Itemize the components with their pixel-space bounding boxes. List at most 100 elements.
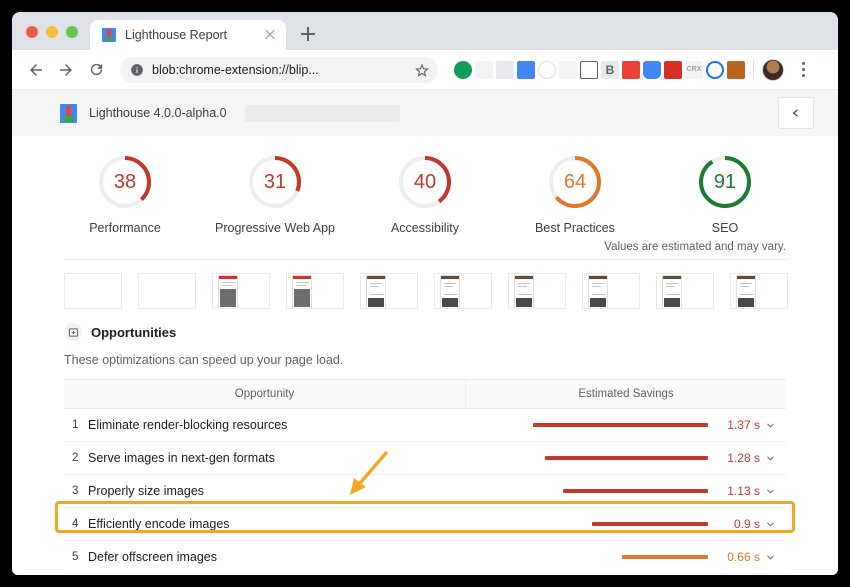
table-row[interactable]: 1 Eliminate render-blocking resources 1.…: [64, 409, 786, 442]
extension-network-icon[interactable]: [559, 61, 577, 79]
close-window-button[interactable]: [26, 26, 38, 38]
lighthouse-logo-icon: [60, 104, 77, 123]
row-savings-value: 1.37 s: [708, 418, 762, 432]
score-progressive-web-app[interactable]: 31 Progressive Web App: [202, 154, 348, 235]
chevron-down-icon[interactable]: [762, 453, 778, 464]
extensions-tray: B CRX: [454, 59, 813, 81]
star-icon[interactable]: [414, 62, 430, 78]
gauge-label-progressive-web-app: Progressive Web App: [215, 221, 335, 235]
report-version: Lighthouse 4.0.0-alpha.0: [89, 106, 227, 120]
filmstrip-frame: [508, 273, 566, 309]
filmstrip-frame: [730, 273, 788, 309]
frame-thumbnail: [366, 275, 386, 309]
extension-circle-face-icon[interactable]: [538, 61, 556, 79]
filmstrip-wrapper: [12, 253, 838, 309]
extension-ghost-icon[interactable]: [475, 61, 493, 79]
chevron-down-icon[interactable]: [762, 420, 778, 431]
row-savings-bar: [622, 555, 708, 559]
lighthouse-favicon-icon: [102, 28, 116, 42]
extension-crx-icon[interactable]: CRX: [685, 61, 703, 79]
filmstrip-frame: [582, 273, 640, 309]
score-seo[interactable]: 91 SEO: [652, 154, 798, 235]
extension-bitwarden-icon[interactable]: B: [601, 61, 619, 79]
info-circle-icon: [130, 63, 144, 77]
filmstrip-frame: [212, 273, 270, 309]
chevron-down-icon[interactable]: [762, 519, 778, 530]
window-controls: [12, 26, 90, 50]
tab-strip: Lighthouse Report: [12, 12, 838, 50]
opportunities-title-row: Opportunities: [64, 323, 786, 341]
frame-thumbnail: [514, 275, 534, 309]
profile-avatar[interactable]: [762, 59, 784, 81]
filmstrip-frame: [360, 273, 418, 309]
back-button[interactable]: [22, 56, 50, 84]
row-opportunity-name: Defer offscreen images: [88, 550, 466, 564]
estimated-values-note: Values are estimated and may vary.: [12, 241, 838, 253]
score-best-practices[interactable]: 64 Best Practices: [502, 154, 648, 235]
forward-button[interactable]: [52, 56, 80, 84]
row-savings-bar: [533, 423, 708, 427]
gauge-label-performance: Performance: [89, 221, 161, 235]
report-header: Lighthouse 4.0.0-alpha.0: [12, 90, 838, 136]
tab-title: Lighthouse Report: [125, 28, 253, 42]
maximize-window-button[interactable]: [66, 26, 78, 38]
extension-red-target-icon[interactable]: [622, 61, 640, 79]
filmstrip-frame: [434, 273, 492, 309]
minimize-window-button[interactable]: [46, 26, 58, 38]
table-row[interactable]: 2 Serve images in next-gen formats 1.28 …: [64, 442, 786, 475]
table-row[interactable]: 4 Efficiently encode images 0.9 s: [64, 508, 786, 541]
new-tab-button[interactable]: [294, 20, 322, 48]
score-accessibility[interactable]: 40 Accessibility: [352, 154, 498, 235]
row-opportunity-name: Eliminate render-blocking resources: [88, 418, 466, 432]
extension-brown-book-icon[interactable]: [727, 61, 745, 79]
table-row[interactable]: 5 Defer offscreen images 0.66 s: [64, 541, 786, 574]
browser-menu-button[interactable]: [793, 59, 813, 81]
extension-lighthouse-icon[interactable]: [517, 61, 535, 79]
table-row[interactable]: 3 Properly size images 1.13 s: [64, 475, 786, 508]
gauge-progressive-web-app: 31: [247, 154, 303, 210]
score-performance[interactable]: 38 Performance: [52, 154, 198, 235]
filmstrip-frame: [656, 273, 714, 309]
row-savings-value: 1.28 s: [708, 451, 762, 465]
gauge-seo: 91: [697, 154, 753, 210]
extension-red-book-icon[interactable]: [664, 61, 682, 79]
extension-green-check-icon[interactable]: [454, 61, 472, 79]
chevron-down-icon[interactable]: [762, 552, 778, 563]
extension-blue-shield-icon[interactable]: [643, 61, 661, 79]
frame-thumbnail: [292, 275, 312, 309]
filmstrip: [64, 259, 788, 309]
extension-blue-circle-icon[interactable]: [706, 61, 724, 79]
browser-tab-lighthouse-report[interactable]: Lighthouse Report: [90, 20, 286, 50]
column-header-savings: Estimated Savings: [465, 380, 786, 408]
row-bar-wrap: [488, 522, 708, 526]
chevron-down-icon[interactable]: [762, 486, 778, 497]
opportunities-title: Opportunities: [91, 325, 176, 340]
gauge-label-accessibility: Accessibility: [391, 221, 459, 235]
row-rank: 5: [64, 551, 88, 563]
address-bar[interactable]: blob:chrome-extension://blip...: [120, 57, 438, 83]
browser-toolbar: blob:chrome-extension://blip... B CRX: [12, 50, 838, 90]
filmstrip-frame: [64, 273, 122, 309]
share-icon: [789, 106, 803, 120]
frame-thumbnail: [218, 275, 238, 309]
gauge-accessibility: 40: [397, 154, 453, 210]
row-savings-value: 0.66 s: [708, 550, 762, 564]
extension-laptop-icon[interactable]: [580, 61, 598, 79]
toolbar-divider: [753, 61, 754, 79]
close-tab-icon[interactable]: [262, 27, 278, 43]
row-savings-bar: [563, 489, 708, 493]
row-bar-wrap: [488, 555, 708, 559]
row-savings-cell: 1.37 s: [466, 418, 786, 432]
lighthouse-report-page: Lighthouse 4.0.0-alpha.0: [12, 90, 838, 575]
share-button[interactable]: [778, 97, 814, 129]
report-url-placeholder: [245, 105, 400, 122]
extension-grey-box-icon[interactable]: [496, 61, 514, 79]
row-savings-bar: [592, 522, 708, 526]
reload-button[interactable]: [82, 56, 110, 84]
opportunities-subtitle: These optimizations can speed up your pa…: [64, 353, 786, 367]
opportunities-table: Opportunity Estimated Savings 1 Eliminat…: [64, 379, 786, 574]
row-savings-value: 1.13 s: [708, 484, 762, 498]
opportunity-icon: [64, 323, 82, 341]
score-gauges: 38 Performance 31 Progressive Web App: [12, 136, 838, 241]
frame-thumbnail: [736, 275, 756, 309]
